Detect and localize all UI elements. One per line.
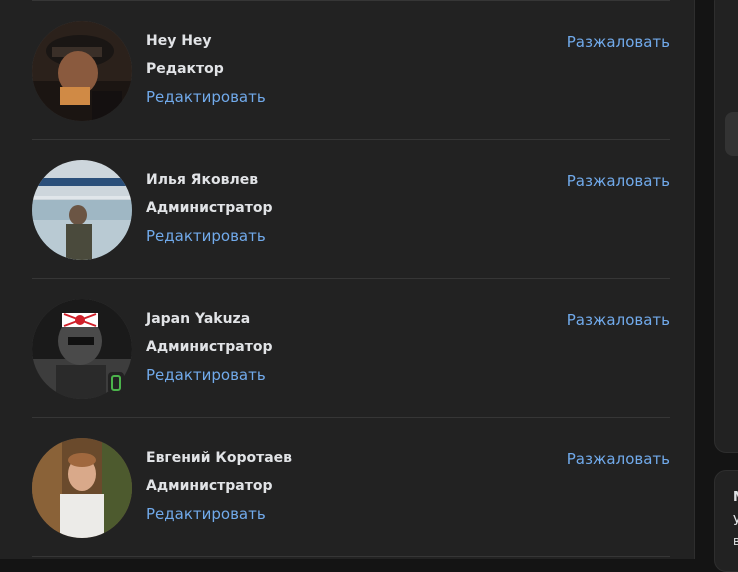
member-name[interactable]: Japan Yakuza xyxy=(146,311,250,327)
demote-link[interactable]: Разжаловать xyxy=(567,172,670,190)
sidebar-button[interactable] xyxy=(725,112,738,156)
member-role: Администратор xyxy=(146,339,273,355)
sidebar-text: М xyxy=(733,490,738,505)
members-list: Hey Hey Редактор Редактировать Разжалова… xyxy=(32,0,670,557)
list-item: Илья Яковлев Администратор Редактировать… xyxy=(32,140,670,278)
member-name[interactable]: Hey Hey xyxy=(146,33,212,49)
avatar[interactable] xyxy=(32,438,132,538)
members-panel: Hey Hey Редактор Редактировать Разжалова… xyxy=(0,0,695,559)
online-mobile-badge xyxy=(108,372,124,394)
sidebar-card xyxy=(714,0,738,453)
member-role: Администратор xyxy=(146,200,273,216)
sidebar-text: У xyxy=(733,514,738,529)
member-role: Администратор xyxy=(146,478,273,494)
phone-icon xyxy=(111,375,121,391)
demote-link[interactable]: Разжаловать xyxy=(567,311,670,329)
demote-link[interactable]: Разжаловать xyxy=(567,450,670,468)
list-item: Japan Yakuza Администратор Редактировать… xyxy=(32,279,670,417)
member-name[interactable]: Евгений Коротаев xyxy=(146,450,292,466)
sidebar-text: в xyxy=(733,534,738,548)
edit-link[interactable]: Редактировать xyxy=(146,505,266,523)
list-item: Hey Hey Редактор Редактировать Разжалова… xyxy=(32,1,670,139)
demote-link[interactable]: Разжаловать xyxy=(567,33,670,51)
member-name[interactable]: Илья Яковлев xyxy=(146,172,258,188)
avatar[interactable] xyxy=(32,21,132,121)
avatar[interactable] xyxy=(32,160,132,260)
edit-link[interactable]: Редактировать xyxy=(146,88,266,106)
edit-link[interactable]: Редактировать xyxy=(146,227,266,245)
edit-link[interactable]: Редактировать xyxy=(146,366,266,384)
list-item: Евгений Коротаев Администратор Редактиро… xyxy=(32,418,670,556)
divider xyxy=(32,556,670,557)
member-role: Редактор xyxy=(146,61,224,77)
